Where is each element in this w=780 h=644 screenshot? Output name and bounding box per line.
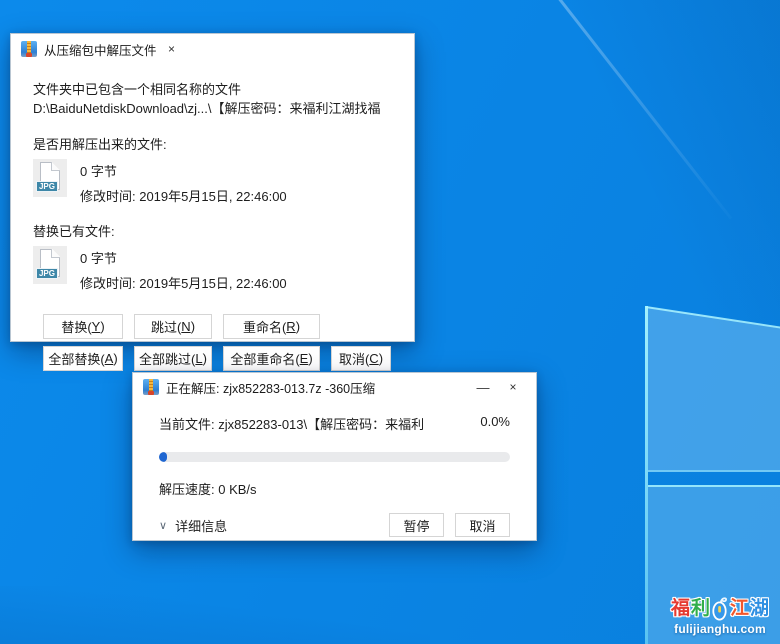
- details-toggle[interactable]: ∨ 详细信息: [159, 516, 227, 535]
- file-conflict-dialog: 从压缩包中解压文件 × 文件夹中已包含一个相同名称的文件 D:\BaiduNet…: [10, 33, 415, 342]
- wallpaper-pane-left-edge: [645, 306, 648, 644]
- conflict-message-path: D:\BaiduNetdiskDownload\zj...\【解压密码：来福利江…: [33, 99, 392, 118]
- minimize-icon[interactable]: —: [468, 376, 498, 398]
- progress-bar: [159, 452, 510, 462]
- replace-button[interactable]: 替换(Y): [43, 314, 123, 339]
- wallpaper-corner-shade: [530, 0, 780, 330]
- cancel-button[interactable]: 取消(C): [331, 346, 391, 371]
- jpg-badge: JPG: [36, 181, 58, 192]
- file-fold-corner: [51, 162, 60, 171]
- watermark-text: 福 利 江 湖: [666, 596, 774, 621]
- pause-button[interactable]: 暂停: [389, 513, 444, 537]
- existing-file-row: JPG 0 字节 修改时间: 2019年5月15日, 22:46:00: [33, 246, 392, 292]
- rename-all-button[interactable]: 全部重命名(E): [223, 346, 320, 371]
- wallpaper-bottom-shade: [0, 586, 430, 644]
- existing-file-label: 替换已有文件:: [33, 221, 392, 240]
- jpg-badge: JPG: [36, 268, 58, 279]
- conflict-dialog-titlebar[interactable]: 从压缩包中解压文件 ×: [11, 34, 414, 64]
- fulijianghu-watermark: 福 利 江 湖 fulijianghu.com: [666, 596, 774, 636]
- progress-dialog-titlebar[interactable]: 正在解压: zjx852283-013.7z -360压缩 — ×: [133, 373, 536, 401]
- replace-all-button[interactable]: 全部替换(A): [43, 346, 123, 371]
- jpg-file-icon: JPG: [33, 159, 67, 197]
- close-icon[interactable]: ×: [157, 38, 187, 60]
- conflict-message: 文件夹中已包含一个相同名称的文件 D:\BaiduNetdiskDownload…: [33, 80, 392, 118]
- conflict-dialog-title: 从压缩包中解压文件: [44, 40, 157, 59]
- conflict-buttons-row1: 替换(Y) 跳过(N) 重命名(R): [43, 314, 392, 339]
- progress-bar-fill: [159, 452, 167, 462]
- archive-icon: [143, 379, 159, 395]
- existing-file-size: 0 字节: [80, 248, 287, 267]
- skip-button[interactable]: 跳过(N): [134, 314, 212, 339]
- extracted-file-row: JPG 0 字节 修改时间: 2019年5月15日, 22:46:00: [33, 159, 392, 205]
- cancel-button[interactable]: 取消: [455, 513, 510, 537]
- watermark-char: 福: [671, 598, 690, 620]
- extracted-file-info: 0 字节 修改时间: 2019年5月15日, 22:46:00: [80, 159, 287, 205]
- existing-file-modified: 修改时间: 2019年5月15日, 22:46:00: [80, 273, 287, 292]
- archive-icon-pull: [148, 391, 154, 395]
- rename-button[interactable]: 重命名(R): [223, 314, 320, 339]
- file-fold-corner: [51, 249, 60, 258]
- chevron-down-icon: ∨: [159, 519, 167, 532]
- progress-dialog-body: 当前文件: zjx852283-013\【解压密码：来福利 0.0% 解压速度:…: [133, 414, 536, 537]
- jpg-file-icon: JPG: [33, 246, 67, 284]
- extracted-file-modified: 修改时间: 2019年5月15日, 22:46:00: [80, 186, 287, 205]
- progress-status-row: 当前文件: zjx852283-013\【解压密码：来福利 0.0%: [159, 414, 510, 433]
- extract-progress-dialog: 正在解压: zjx852283-013.7z -360压缩 — × 当前文件: …: [132, 372, 537, 541]
- progress-buttons: 暂停 取消: [389, 513, 510, 537]
- archive-icon-pull: [26, 53, 32, 57]
- watermark-char: 湖: [750, 598, 769, 620]
- archive-icon: [21, 41, 37, 57]
- progress-bottom-row: ∨ 详细信息 暂停 取消: [159, 513, 510, 537]
- watermark-domain: fulijianghu.com: [666, 622, 774, 636]
- watermark-char: 利: [691, 598, 710, 620]
- details-label: 详细信息: [175, 516, 227, 535]
- extracted-file-size: 0 字节: [80, 161, 287, 180]
- progress-dialog-title: 正在解压: zjx852283-013.7z -360压缩: [166, 378, 375, 397]
- extracted-file-question: 是否用解压出来的文件:: [33, 134, 392, 153]
- progress-percent: 0.0%: [480, 414, 510, 433]
- desktop: 从压缩包中解压文件 × 文件夹中已包含一个相同名称的文件 D:\BaiduNet…: [0, 0, 780, 644]
- wallpaper-window-pane-upper: [648, 307, 780, 472]
- conflict-buttons-row2: 全部替换(A) 全部跳过(L) 全部重命名(E) 取消(C): [43, 346, 392, 371]
- extract-speed-label: 解压速度: 0 KB/s: [159, 479, 510, 498]
- existing-file-info: 0 字节 修改时间: 2019年5月15日, 22:46:00: [80, 246, 287, 292]
- mouse-icon: [712, 596, 728, 621]
- current-file-label: 当前文件: zjx852283-013\【解压密码：来福利: [159, 414, 424, 433]
- conflict-dialog-body: 文件夹中已包含一个相同名称的文件 D:\BaiduNetdiskDownload…: [11, 64, 414, 371]
- watermark-char: 江: [730, 598, 749, 620]
- close-icon[interactable]: ×: [498, 376, 528, 398]
- conflict-message-line1: 文件夹中已包含一个相同名称的文件: [33, 80, 392, 99]
- wallpaper-pane-divider: [648, 470, 780, 472]
- skip-all-button[interactable]: 全部跳过(L): [134, 346, 212, 371]
